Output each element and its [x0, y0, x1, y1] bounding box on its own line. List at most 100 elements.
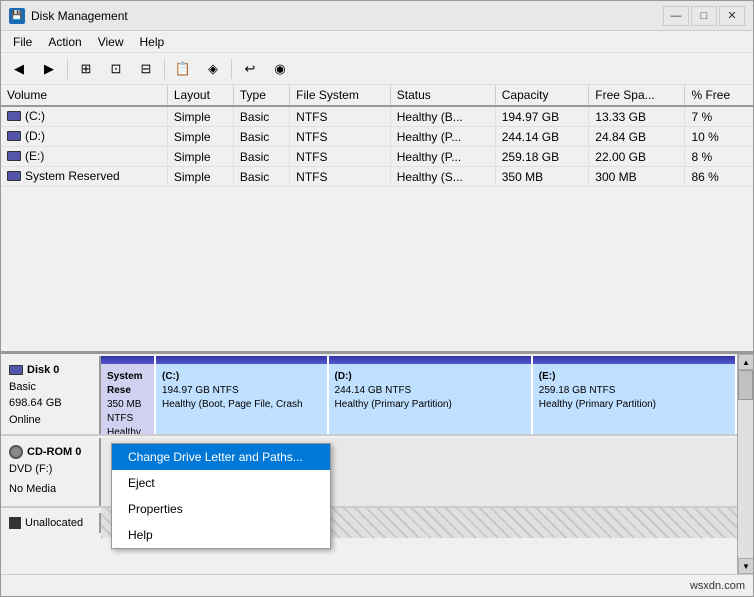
unallocated-icon [9, 517, 21, 529]
partition-size: 350 MB NTFS [107, 398, 148, 426]
toolbar-sep-1 [67, 59, 68, 79]
cell-type: Basic [233, 127, 289, 147]
partition-d[interactable]: (D:) 244.14 GB NTFS Healthy (Primary Par… [329, 356, 533, 434]
partition-c[interactable]: (C:) 194.97 GB NTFS Healthy (Boot, Page … [156, 356, 329, 434]
status-text: wsxdn.com [690, 580, 745, 592]
table-row[interactable]: (E:) Simple Basic NTFS Healthy (P... 259… [1, 147, 753, 167]
toolbar-btn1[interactable]: ⊞ [72, 57, 100, 81]
window-title: Disk Management [31, 9, 128, 23]
partition-size: 194.97 GB NTFS [162, 384, 321, 398]
partition-system-reserved[interactable]: System Rese 350 MB NTFS Healthy (Syst [101, 356, 156, 434]
col-freespace: Free Spa... [589, 85, 685, 106]
toolbar-back[interactable]: ◀ [5, 57, 33, 81]
col-pctfree: % Free [685, 85, 753, 106]
context-menu-item-change-drive[interactable]: Change Drive Letter and Paths... [112, 444, 330, 470]
maximize-button[interactable]: □ [691, 6, 717, 26]
cdrom0-label: CD-ROM 0 DVD (F:) No Media [1, 438, 101, 506]
menu-file[interactable]: File [5, 33, 40, 51]
volume-table-panel[interactable]: Volume Layout Type File System Status Ca… [1, 85, 753, 354]
cell-type: Basic [233, 106, 289, 127]
toolbar-btn4[interactable]: 📋 [169, 57, 197, 81]
partition-content: (D:) 244.14 GB NTFS Healthy (Primary Par… [335, 370, 525, 412]
partition-bar [156, 356, 327, 364]
table-row[interactable]: System Reserved Simple Basic NTFS Health… [1, 167, 753, 187]
partition-label: System Rese [107, 370, 148, 398]
cell-capacity: 194.97 GB [495, 106, 589, 127]
disk-icon [7, 131, 21, 141]
partition-bar [329, 356, 531, 364]
toolbar-sep-3 [231, 59, 232, 79]
minimize-button[interactable]: — [663, 6, 689, 26]
col-layout: Layout [167, 85, 233, 106]
table-row[interactable]: (D:) Simple Basic NTFS Healthy (P... 244… [1, 127, 753, 147]
disk0-size: 698.64 GB [9, 395, 91, 412]
partition-label: (D:) [335, 370, 525, 384]
status-bar: wsxdn.com [1, 574, 753, 596]
unallocated-label: Unallocated [1, 513, 101, 533]
toolbar-btn5[interactable]: ◈ [199, 57, 227, 81]
disk0-status: Online [9, 412, 91, 429]
cell-status: Healthy (P... [390, 127, 495, 147]
col-filesystem: File System [290, 85, 391, 106]
vertical-scrollbar[interactable]: ▲ ▼ [737, 354, 753, 574]
toolbar-btn2[interactable]: ⊡ [102, 57, 130, 81]
unallocated-text: Unallocated [25, 517, 83, 529]
col-capacity: Capacity [495, 85, 589, 106]
disk0-row: Disk 0 Basic 698.64 GB Online System Res… [1, 356, 753, 436]
disk0-name: Disk 0 [9, 362, 91, 379]
scroll-down-arrow[interactable]: ▼ [738, 558, 753, 574]
disk0-type: Basic [9, 379, 91, 396]
cdrom0-partitions: Change Drive Letter and Paths... Eject P… [101, 438, 737, 506]
toolbar-btn7[interactable]: ◉ [266, 57, 294, 81]
cell-fs: NTFS [290, 167, 391, 187]
partition-content: (C:) 194.97 GB NTFS Healthy (Boot, Page … [162, 370, 321, 412]
title-bar: 💾 Disk Management — □ ✕ [1, 1, 753, 31]
toolbar-forward[interactable]: ▶ [35, 57, 63, 81]
toolbar-sep-2 [164, 59, 165, 79]
partition-e[interactable]: (E:) 259.18 GB NTFS Healthy (Primary Par… [533, 356, 737, 434]
toolbar-btn6[interactable]: ↩ [236, 57, 264, 81]
context-menu: Change Drive Letter and Paths... Eject P… [111, 443, 331, 549]
menu-view[interactable]: View [90, 33, 132, 51]
table-row[interactable]: (C:) Simple Basic NTFS Healthy (B... 194… [1, 106, 753, 127]
title-bar-left: 💾 Disk Management [9, 8, 128, 24]
toolbar-btn3[interactable]: ⊟ [132, 57, 160, 81]
cell-volume: System Reserved [1, 167, 167, 187]
cdrom0-drive: DVD (F:) [9, 461, 91, 478]
cell-status: Healthy (S... [390, 167, 495, 187]
scroll-thumb[interactable] [738, 370, 753, 400]
cell-volume: (C:) [1, 106, 167, 127]
cell-free: 22.00 GB [589, 147, 685, 167]
disk-icon [7, 151, 21, 161]
context-menu-item-help[interactable]: Help [112, 522, 330, 548]
cell-free: 300 MB [589, 167, 685, 187]
cell-free: 24.84 GB [589, 127, 685, 147]
scroll-track[interactable] [738, 370, 753, 558]
menu-help[interactable]: Help [132, 33, 173, 51]
col-volume: Volume [1, 85, 167, 106]
cell-type: Basic [233, 147, 289, 167]
partition-bar [101, 356, 154, 364]
close-button[interactable]: ✕ [719, 6, 745, 26]
context-menu-item-eject[interactable]: Eject [112, 470, 330, 496]
context-menu-item-properties[interactable]: Properties [112, 496, 330, 522]
cdrom0-name: CD-ROM 0 [9, 444, 91, 461]
scroll-up-arrow[interactable]: ▲ [738, 354, 753, 370]
partition-health: Healthy (Primary Partition) [335, 398, 525, 412]
partition-bar [533, 356, 735, 364]
disk-icon [7, 111, 21, 121]
disk-visualization-panel: Disk 0 Basic 698.64 GB Online System Res… [1, 354, 753, 574]
partition-health: Healthy (Boot, Page File, Crash [162, 398, 321, 412]
volume-table: Volume Layout Type File System Status Ca… [1, 85, 753, 187]
cell-layout: Simple [167, 147, 233, 167]
disk0-icon [9, 365, 23, 375]
col-type: Type [233, 85, 289, 106]
table-header-row: Volume Layout Type File System Status Ca… [1, 85, 753, 106]
cdrom0-media: No Media [9, 481, 91, 498]
cell-layout: Simple [167, 167, 233, 187]
partition-health: Healthy (Primary Partition) [539, 398, 729, 412]
cdrom0-row: CD-ROM 0 DVD (F:) No Media Change Drive … [1, 438, 753, 508]
menu-action[interactable]: Action [40, 33, 89, 51]
partition-label: (C:) [162, 370, 321, 384]
disk0-partitions: System Rese 350 MB NTFS Healthy (Syst (C… [101, 356, 753, 434]
